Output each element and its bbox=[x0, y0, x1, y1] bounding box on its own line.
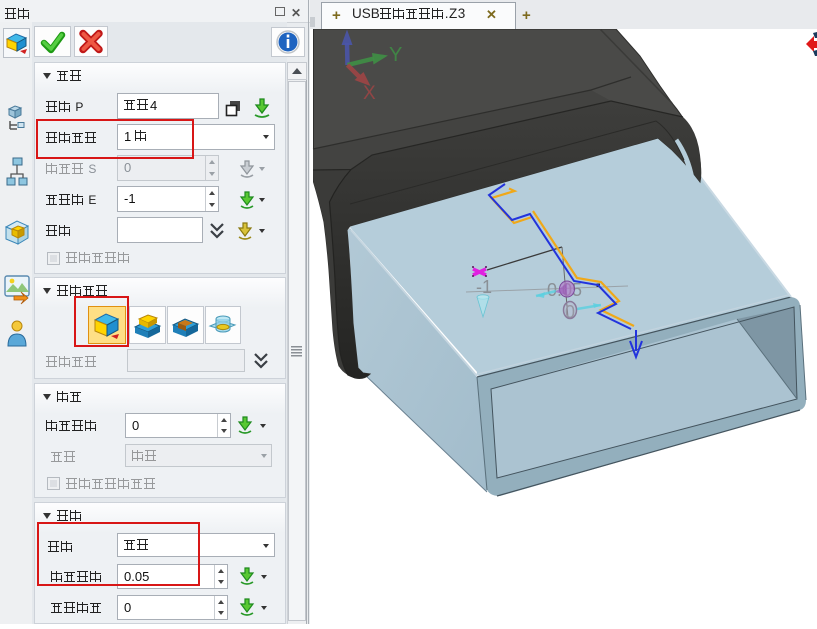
svg-text:X: X bbox=[363, 83, 376, 104]
svg-text:Y: Y bbox=[389, 44, 402, 66]
svg-text:-1: -1 bbox=[476, 277, 492, 297]
